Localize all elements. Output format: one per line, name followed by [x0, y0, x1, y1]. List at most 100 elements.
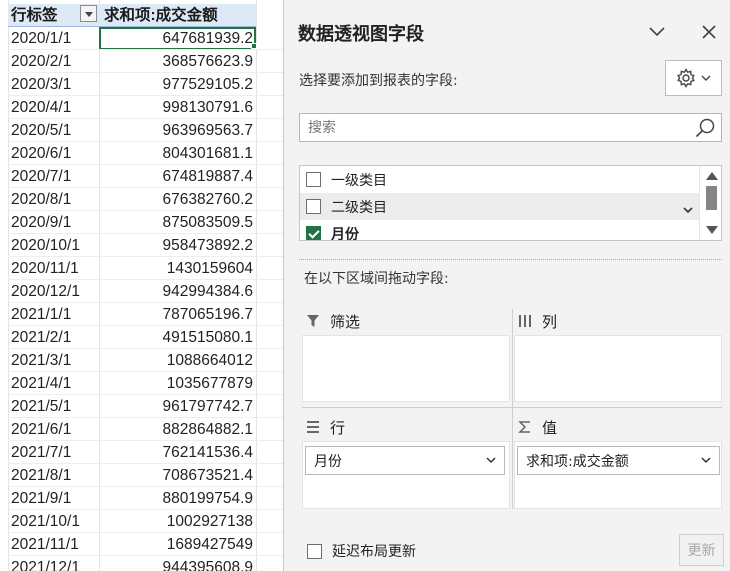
value-cell[interactable]: 977529105.2	[99, 73, 256, 96]
field-checkbox[interactable]	[306, 172, 321, 187]
filter-drop-zone[interactable]	[302, 335, 510, 402]
value-cell[interactable]: 942994384.6	[99, 280, 256, 303]
value-cell[interactable]: 880199754.9	[99, 487, 256, 510]
field-item-second-category[interactable]: 二级类目	[300, 193, 700, 220]
row-header-stub[interactable]	[0, 50, 8, 73]
tools-button[interactable]	[665, 60, 722, 96]
row-label-cell[interactable]: 2020/3/1	[8, 73, 99, 96]
value-cell[interactable]: 1035677879	[99, 372, 256, 395]
row-label-cell[interactable]: 2021/4/1	[8, 372, 99, 395]
row-header-stub[interactable]	[0, 280, 8, 303]
columns-area[interactable]: 列	[514, 307, 722, 402]
row-label-cell[interactable]: 2020/5/1	[8, 119, 99, 142]
value-cell[interactable]: 882864882.1	[99, 418, 256, 441]
row-label-cell[interactable]: 2020/12/1	[8, 280, 99, 303]
filter-area[interactable]: 筛选	[302, 307, 510, 402]
row-header-stub[interactable]	[0, 395, 8, 418]
row-header-stub[interactable]	[0, 418, 8, 441]
row-header-stub[interactable]	[0, 96, 8, 119]
value-cell[interactable]: 804301681.1	[99, 142, 256, 165]
row-label-cell[interactable]: 2021/9/1	[8, 487, 99, 510]
field-expand-button[interactable]	[682, 200, 694, 219]
row-label-cell[interactable]: 2021/7/1	[8, 441, 99, 464]
values-drop-zone[interactable]: 求和项:成交金额	[514, 441, 722, 509]
row-header-stub[interactable]	[0, 73, 8, 96]
value-cell[interactable]: 1088664012	[99, 349, 256, 372]
defer-update-checkbox[interactable]	[307, 543, 322, 559]
close-button[interactable]	[696, 19, 722, 45]
chevron-down-icon[interactable]	[486, 456, 496, 464]
row-header-stub[interactable]	[0, 188, 8, 211]
row-header-stub[interactable]	[0, 234, 8, 257]
search-input[interactable]	[308, 119, 678, 137]
value-field-pill[interactable]: 求和项:成交金额	[517, 446, 720, 475]
search-button[interactable]	[694, 117, 716, 143]
row-label-cell[interactable]: 2020/10/1	[8, 234, 99, 257]
scroll-down-arrow-icon[interactable]	[706, 226, 718, 234]
field-list[interactable]: 一级类目 二级类目 月份	[299, 165, 722, 241]
row-header-stub[interactable]	[0, 326, 8, 349]
row-label-cell[interactable]: 2021/11/1	[8, 533, 99, 556]
defer-layout-update[interactable]: 延迟布局更新	[307, 541, 416, 561]
chevron-down-icon[interactable]	[701, 456, 711, 464]
field-item-first-category[interactable]: 一级类目	[300, 166, 700, 193]
row-header-stub[interactable]	[0, 257, 8, 280]
row-label-cell[interactable]: 2020/11/1	[8, 257, 99, 280]
row-header-stub[interactable]	[0, 165, 8, 188]
field-list-scrollbar[interactable]	[699, 166, 721, 240]
value-cell[interactable]: 491515080.1	[99, 326, 256, 349]
scroll-up-arrow-icon[interactable]	[706, 172, 718, 180]
row-header-stub[interactable]	[0, 464, 8, 487]
value-cell[interactable]: 1002927138	[99, 510, 256, 533]
row-header-stub[interactable]	[0, 487, 8, 510]
panel-options-button[interactable]	[644, 19, 670, 45]
value-cell[interactable]: 762141536.4	[99, 441, 256, 464]
row-header-stub[interactable]	[0, 556, 8, 571]
row-label-cell[interactable]: 2020/6/1	[8, 142, 99, 165]
row-header-stub[interactable]	[0, 510, 8, 533]
row-label-cell[interactable]: 2020/1/1	[8, 27, 99, 50]
value-cell[interactable]: 961797742.7	[99, 395, 256, 418]
field-search-box[interactable]	[299, 113, 722, 142]
row-label-cell[interactable]: 2020/9/1	[8, 211, 99, 234]
spreadsheet-grid[interactable]: 行标签 求和项:成交金额 2020/1/1 647681939.2 2020/2/1…	[0, 0, 283, 571]
row-label-cell[interactable]: 2021/6/1	[8, 418, 99, 441]
row-header-stub[interactable]	[0, 372, 8, 395]
value-header[interactable]: 求和项:成交金额	[99, 4, 256, 27]
row-label-cell[interactable]: 2020/8/1	[8, 188, 99, 211]
value-cell[interactable]: 1689427549	[99, 533, 256, 556]
row-label-cell[interactable]: 2021/2/1	[8, 326, 99, 349]
row-header-stub[interactable]	[0, 27, 8, 50]
scrollbar-thumb[interactable]	[706, 186, 717, 210]
value-cell[interactable]: 944395608.9	[99, 556, 256, 571]
row-field-pill[interactable]: 月份	[305, 446, 505, 475]
rows-area[interactable]: 行 月份	[302, 413, 510, 509]
row-header-stub[interactable]	[0, 303, 8, 326]
row-label-cell[interactable]: 2021/3/1	[8, 349, 99, 372]
value-cell[interactable]: 1430159604	[99, 257, 256, 280]
value-cell-selected[interactable]: 647681939.2	[99, 27, 256, 50]
field-checkbox-checked[interactable]	[306, 226, 321, 240]
value-cell[interactable]: 958473892.2	[99, 234, 256, 257]
value-cell[interactable]: 998130791.6	[99, 96, 256, 119]
row-label-cell[interactable]: 2021/8/1	[8, 464, 99, 487]
value-cell[interactable]: 674819887.4	[99, 165, 256, 188]
row-labels-filter-button[interactable]	[80, 5, 97, 22]
value-cell[interactable]: 368576623.9	[99, 50, 256, 73]
selection-fill-handle[interactable]	[251, 43, 257, 49]
values-area[interactable]: 值 求和项:成交金额	[514, 413, 722, 509]
update-button[interactable]: 更新	[679, 534, 724, 566]
row-label-cell[interactable]: 2021/12/1	[8, 556, 99, 571]
row-header-stub[interactable]	[0, 349, 8, 372]
value-cell[interactable]: 963969563.7	[99, 119, 256, 142]
row-label-cell[interactable]: 2021/10/1	[8, 510, 99, 533]
value-cell[interactable]: 708673521.4	[99, 464, 256, 487]
field-item-month[interactable]: 月份	[300, 220, 700, 240]
rows-drop-zone[interactable]: 月份	[302, 441, 510, 509]
columns-drop-zone[interactable]	[514, 335, 722, 402]
row-header-stub[interactable]	[0, 119, 8, 142]
row-label-cell[interactable]: 2021/1/1	[8, 303, 99, 326]
row-header-stub[interactable]	[0, 441, 8, 464]
value-cell[interactable]: 676382760.2	[99, 188, 256, 211]
row-label-cell[interactable]: 2021/5/1	[8, 395, 99, 418]
